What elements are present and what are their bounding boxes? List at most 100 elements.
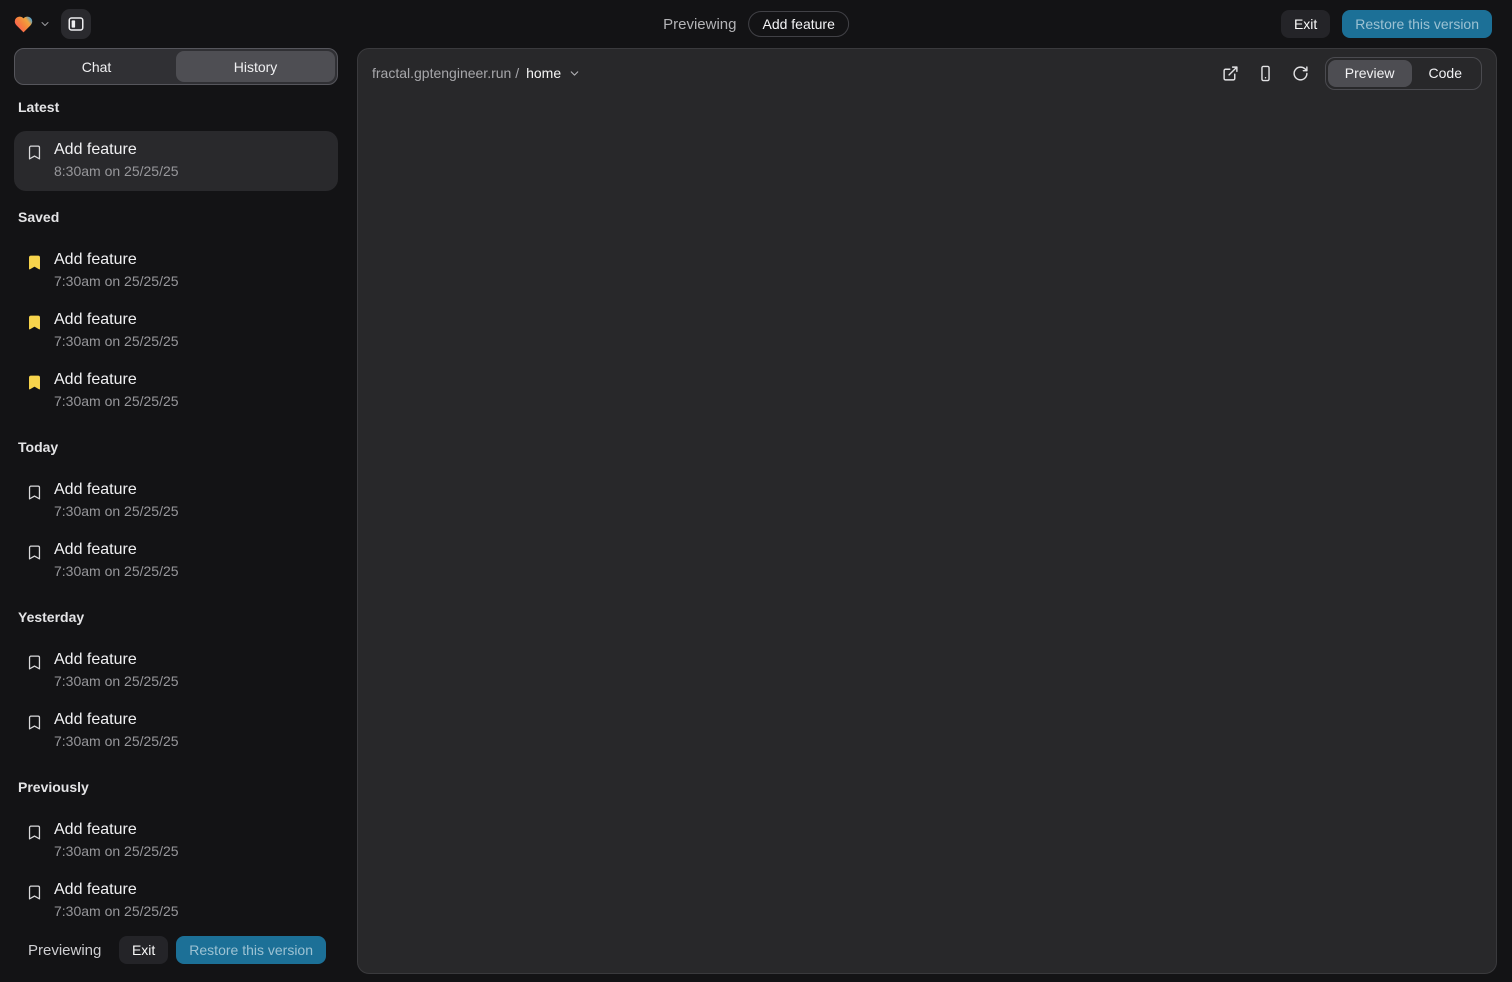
url-dropdown-chevron-icon — [568, 67, 581, 80]
history-item-text: Add feature 7:30am on 25/25/25 — [54, 481, 179, 519]
version-badge[interactable]: Add feature — [748, 11, 848, 37]
history-item-title: Add feature — [54, 251, 179, 269]
history-item[interactable]: Add feature 7:30am on 25/25/25 — [14, 701, 338, 761]
history-item-timestamp: 7:30am on 25/25/25 — [54, 393, 179, 409]
url-current-page: home — [526, 65, 561, 81]
bookmark-outline-icon — [26, 884, 43, 901]
project-menu-chevron-icon[interactable] — [39, 18, 51, 30]
bookmark-outline-icon — [26, 144, 43, 161]
preview-content — [358, 97, 1496, 973]
history-section: Saved Add feature 7:30am on 25/25/25 Add… — [14, 209, 338, 421]
preview-actions — [1217, 59, 1315, 87]
bookmark-filled-icon — [26, 314, 43, 331]
topbar: Previewing Add feature Exit Restore this… — [0, 0, 1512, 48]
history-item-title: Add feature — [54, 881, 179, 899]
history-item-timestamp: 7:30am on 25/25/25 — [54, 273, 179, 289]
history-item-timestamp: 8:30am on 25/25/25 — [54, 163, 179, 179]
history-item-timestamp: 7:30am on 25/25/25 — [54, 903, 179, 919]
sidebar-tabs: Chat History — [14, 48, 338, 85]
history-item[interactable]: Add feature 7:30am on 25/25/25 — [14, 241, 338, 301]
bookmark-outline-icon — [26, 544, 43, 561]
tab-history[interactable]: History — [176, 51, 335, 82]
history-item-timestamp: 7:30am on 25/25/25 — [54, 503, 179, 519]
history-item-title: Add feature — [54, 711, 179, 729]
history-item-title: Add feature — [54, 821, 179, 839]
history-section: Yesterday Add feature 7:30am on 25/25/25… — [14, 609, 338, 761]
history-section-label: Saved — [18, 209, 338, 225]
history-item-title: Add feature — [54, 651, 179, 669]
history-item-timestamp: 7:30am on 25/25/25 — [54, 333, 179, 349]
history-item-title: Add feature — [54, 371, 179, 389]
history-item[interactable]: Add feature 7:30am on 25/25/25 — [14, 471, 338, 531]
refresh-button[interactable] — [1287, 59, 1315, 87]
history-item-timestamp: 7:30am on 25/25/25 — [54, 563, 179, 579]
history-item-text: Add feature 7:30am on 25/25/25 — [54, 371, 179, 409]
history-section-label: Today — [18, 439, 338, 455]
history-item-text: Add feature 7:30am on 25/25/25 — [54, 311, 179, 349]
history-item[interactable]: Add feature 8:30am on 25/25/25 — [14, 131, 338, 191]
mobile-view-button[interactable] — [1252, 59, 1280, 87]
bookmark-outline-icon — [26, 484, 43, 501]
history-section-items: Add feature 7:30am on 25/25/25 Add featu… — [14, 811, 338, 931]
history-item[interactable]: Add feature 7:30am on 25/25/25 — [14, 811, 338, 871]
lovable-heart-logo-icon[interactable] — [12, 14, 35, 35]
topbar-left — [12, 9, 91, 39]
url-prefix: fractal.gptengineer.run / — [372, 65, 519, 81]
history-item-text: Add feature 7:30am on 25/25/25 — [54, 881, 179, 919]
bookmark-outline-icon — [26, 824, 43, 841]
history-item-timestamp: 7:30am on 25/25/25 — [54, 673, 179, 689]
toggle-preview[interactable]: Preview — [1328, 60, 1412, 87]
history-section-label: Latest — [18, 99, 338, 115]
history-list: Latest Add feature 8:30am on 25/25/25 Sa… — [14, 99, 338, 932]
history-item-title: Add feature — [54, 481, 179, 499]
history-item[interactable]: Add feature 7:30am on 25/25/25 — [14, 361, 338, 421]
preview-code-toggle: Preview Code — [1325, 57, 1482, 90]
panel-left-icon — [67, 15, 85, 33]
exit-button[interactable]: Exit — [1281, 10, 1330, 38]
bookmark-filled-icon — [26, 254, 43, 271]
smartphone-icon — [1257, 65, 1274, 82]
previewing-label: Previewing — [663, 16, 736, 33]
history-section-items: Add feature 7:30am on 25/25/25 Add featu… — [14, 241, 338, 421]
bookmark-filled-icon — [26, 374, 43, 391]
open-in-new-tab-button[interactable] — [1217, 59, 1245, 87]
footer-exit-button[interactable]: Exit — [119, 936, 168, 964]
topbar-center: Previewing Add feature — [663, 0, 849, 48]
history-section: Today Add feature 7:30am on 25/25/25 Add… — [14, 439, 338, 591]
footer-restore-version-button[interactable]: Restore this version — [176, 936, 326, 964]
history-section-items: Add feature 7:30am on 25/25/25 Add featu… — [14, 641, 338, 761]
topbar-right: Exit Restore this version — [1281, 10, 1492, 38]
footer-previewing-label: Previewing — [28, 942, 101, 959]
history-section-label: Yesterday — [18, 609, 338, 625]
bookmark-outline-icon — [26, 714, 43, 731]
history-section-items: Add feature 7:30am on 25/25/25 Add featu… — [14, 471, 338, 591]
history-item[interactable]: Add feature 7:30am on 25/25/25 — [14, 871, 338, 931]
refresh-icon — [1292, 65, 1309, 82]
preview-pane: fractal.gptengineer.run / home — [357, 48, 1497, 974]
history-item-text: Add feature 8:30am on 25/25/25 — [54, 141, 179, 179]
history-item-text: Add feature 7:30am on 25/25/25 — [54, 541, 179, 579]
history-section-items: Add feature 8:30am on 25/25/25 — [14, 131, 338, 191]
preview-header: fractal.gptengineer.run / home — [358, 49, 1496, 97]
toggle-code[interactable]: Code — [1412, 60, 1479, 87]
history-sidebar: Chat History Latest Add feature 8:30am o… — [14, 48, 338, 968]
sidebar-footer: Previewing Exit Restore this version — [14, 932, 338, 968]
history-item[interactable]: Add feature 7:30am on 25/25/25 — [14, 531, 338, 591]
history-item[interactable]: Add feature 7:30am on 25/25/25 — [14, 641, 338, 701]
sidebar-toggle-button[interactable] — [61, 9, 91, 39]
history-item[interactable]: Add feature 7:30am on 25/25/25 — [14, 301, 338, 361]
history-section: Latest Add feature 8:30am on 25/25/25 — [14, 99, 338, 191]
history-item-title: Add feature — [54, 541, 179, 559]
history-section: Previously Add feature 7:30am on 25/25/2… — [14, 779, 338, 931]
history-section-label: Previously — [18, 779, 338, 795]
history-item-timestamp: 7:30am on 25/25/25 — [54, 843, 179, 859]
history-item-text: Add feature 7:30am on 25/25/25 — [54, 821, 179, 859]
bookmark-outline-icon — [26, 654, 43, 671]
restore-version-button[interactable]: Restore this version — [1342, 10, 1492, 38]
history-item-text: Add feature 7:30am on 25/25/25 — [54, 251, 179, 289]
history-item-title: Add feature — [54, 311, 179, 329]
history-item-timestamp: 7:30am on 25/25/25 — [54, 733, 179, 749]
history-item-text: Add feature 7:30am on 25/25/25 — [54, 711, 179, 749]
tab-chat[interactable]: Chat — [17, 51, 176, 82]
url-breadcrumb[interactable]: fractal.gptengineer.run / home — [372, 65, 581, 81]
